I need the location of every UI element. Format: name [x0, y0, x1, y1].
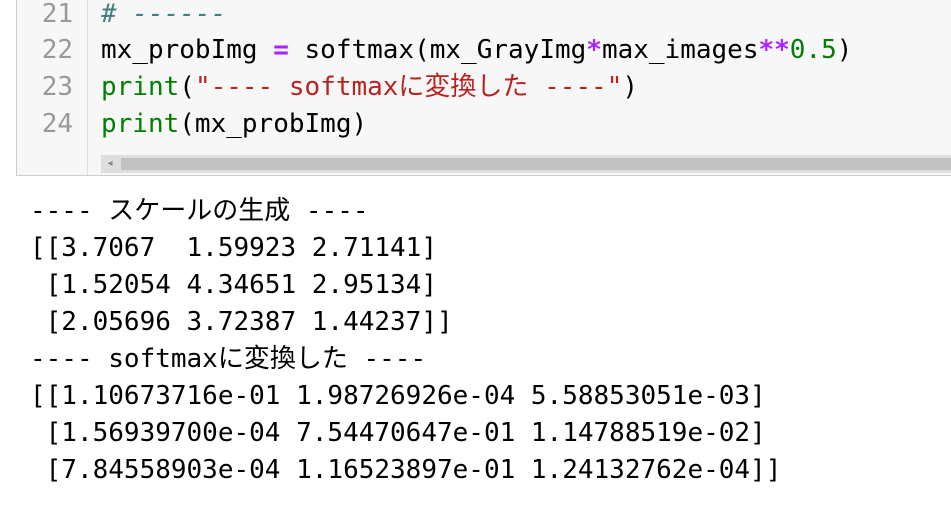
- code-cell-input[interactable]: 21 22 23 24 # ------ mx_probImg = softma…: [16, 0, 951, 176]
- code-line-22[interactable]: mx_probImg = softmax(mx_GrayImg*max_imag…: [101, 31, 852, 69]
- code-line-24[interactable]: print(mx_probImg): [101, 105, 367, 143]
- code-operator: =: [257, 35, 305, 65]
- code-paren: (: [179, 72, 195, 102]
- output-line: [7.84558903e-04 1.16523897e-01 1.2413276…: [30, 455, 782, 485]
- code-line-23[interactable]: print("---- softmaxに変換した ----"): [101, 68, 638, 106]
- cell-output: ---- スケールの生成 ---- [[3.7067 1.59923 2.711…: [30, 193, 940, 489]
- code-comment: # ------: [101, 0, 227, 29]
- scrollbar-thumb[interactable]: [121, 158, 951, 170]
- code-operator: **: [758, 35, 790, 65]
- code-paren: ): [622, 72, 639, 102]
- line-number: 24: [41, 109, 73, 139]
- code-operator: *: [586, 35, 602, 65]
- line-number-gutter: 21 22 23 24: [17, 0, 88, 175]
- horizontal-scrollbar[interactable]: ◂: [101, 155, 951, 173]
- line-number: 21: [41, 0, 73, 29]
- output-line: [[3.7067 1.59923 2.71141]: [30, 233, 437, 263]
- output-line: [1.56939700e-04 7.54470647e-01 1.1478851…: [30, 418, 766, 448]
- code-paren: ): [836, 35, 853, 65]
- output-line: ---- スケールの生成 ----: [30, 196, 369, 226]
- code-identifier: mx_probImg: [101, 35, 258, 65]
- output-line: ---- softmaxに変換した ----: [30, 344, 427, 374]
- code-args: (mx_probImg): [179, 109, 368, 139]
- code-number: 0.5: [789, 35, 837, 65]
- code-call: softmax(mx_GrayImg: [304, 35, 587, 65]
- line-number: 23: [41, 72, 73, 102]
- output-line: [2.05696 3.72387 1.44237]]: [30, 307, 453, 337]
- code-identifier: max_images: [601, 35, 759, 65]
- code-builtin: print: [101, 72, 180, 102]
- code-string: "---- softmaxに変換した ----": [194, 72, 623, 102]
- code-line-21[interactable]: # ------: [101, 0, 226, 33]
- output-line: [[1.10673716e-01 1.98726926e-04 5.588530…: [30, 381, 766, 411]
- line-number: 22: [41, 35, 73, 65]
- code-builtin: print: [101, 109, 180, 139]
- scroll-left-arrow-icon[interactable]: ◂: [101, 155, 119, 173]
- output-line: [1.52054 4.34651 2.95134]: [30, 270, 437, 300]
